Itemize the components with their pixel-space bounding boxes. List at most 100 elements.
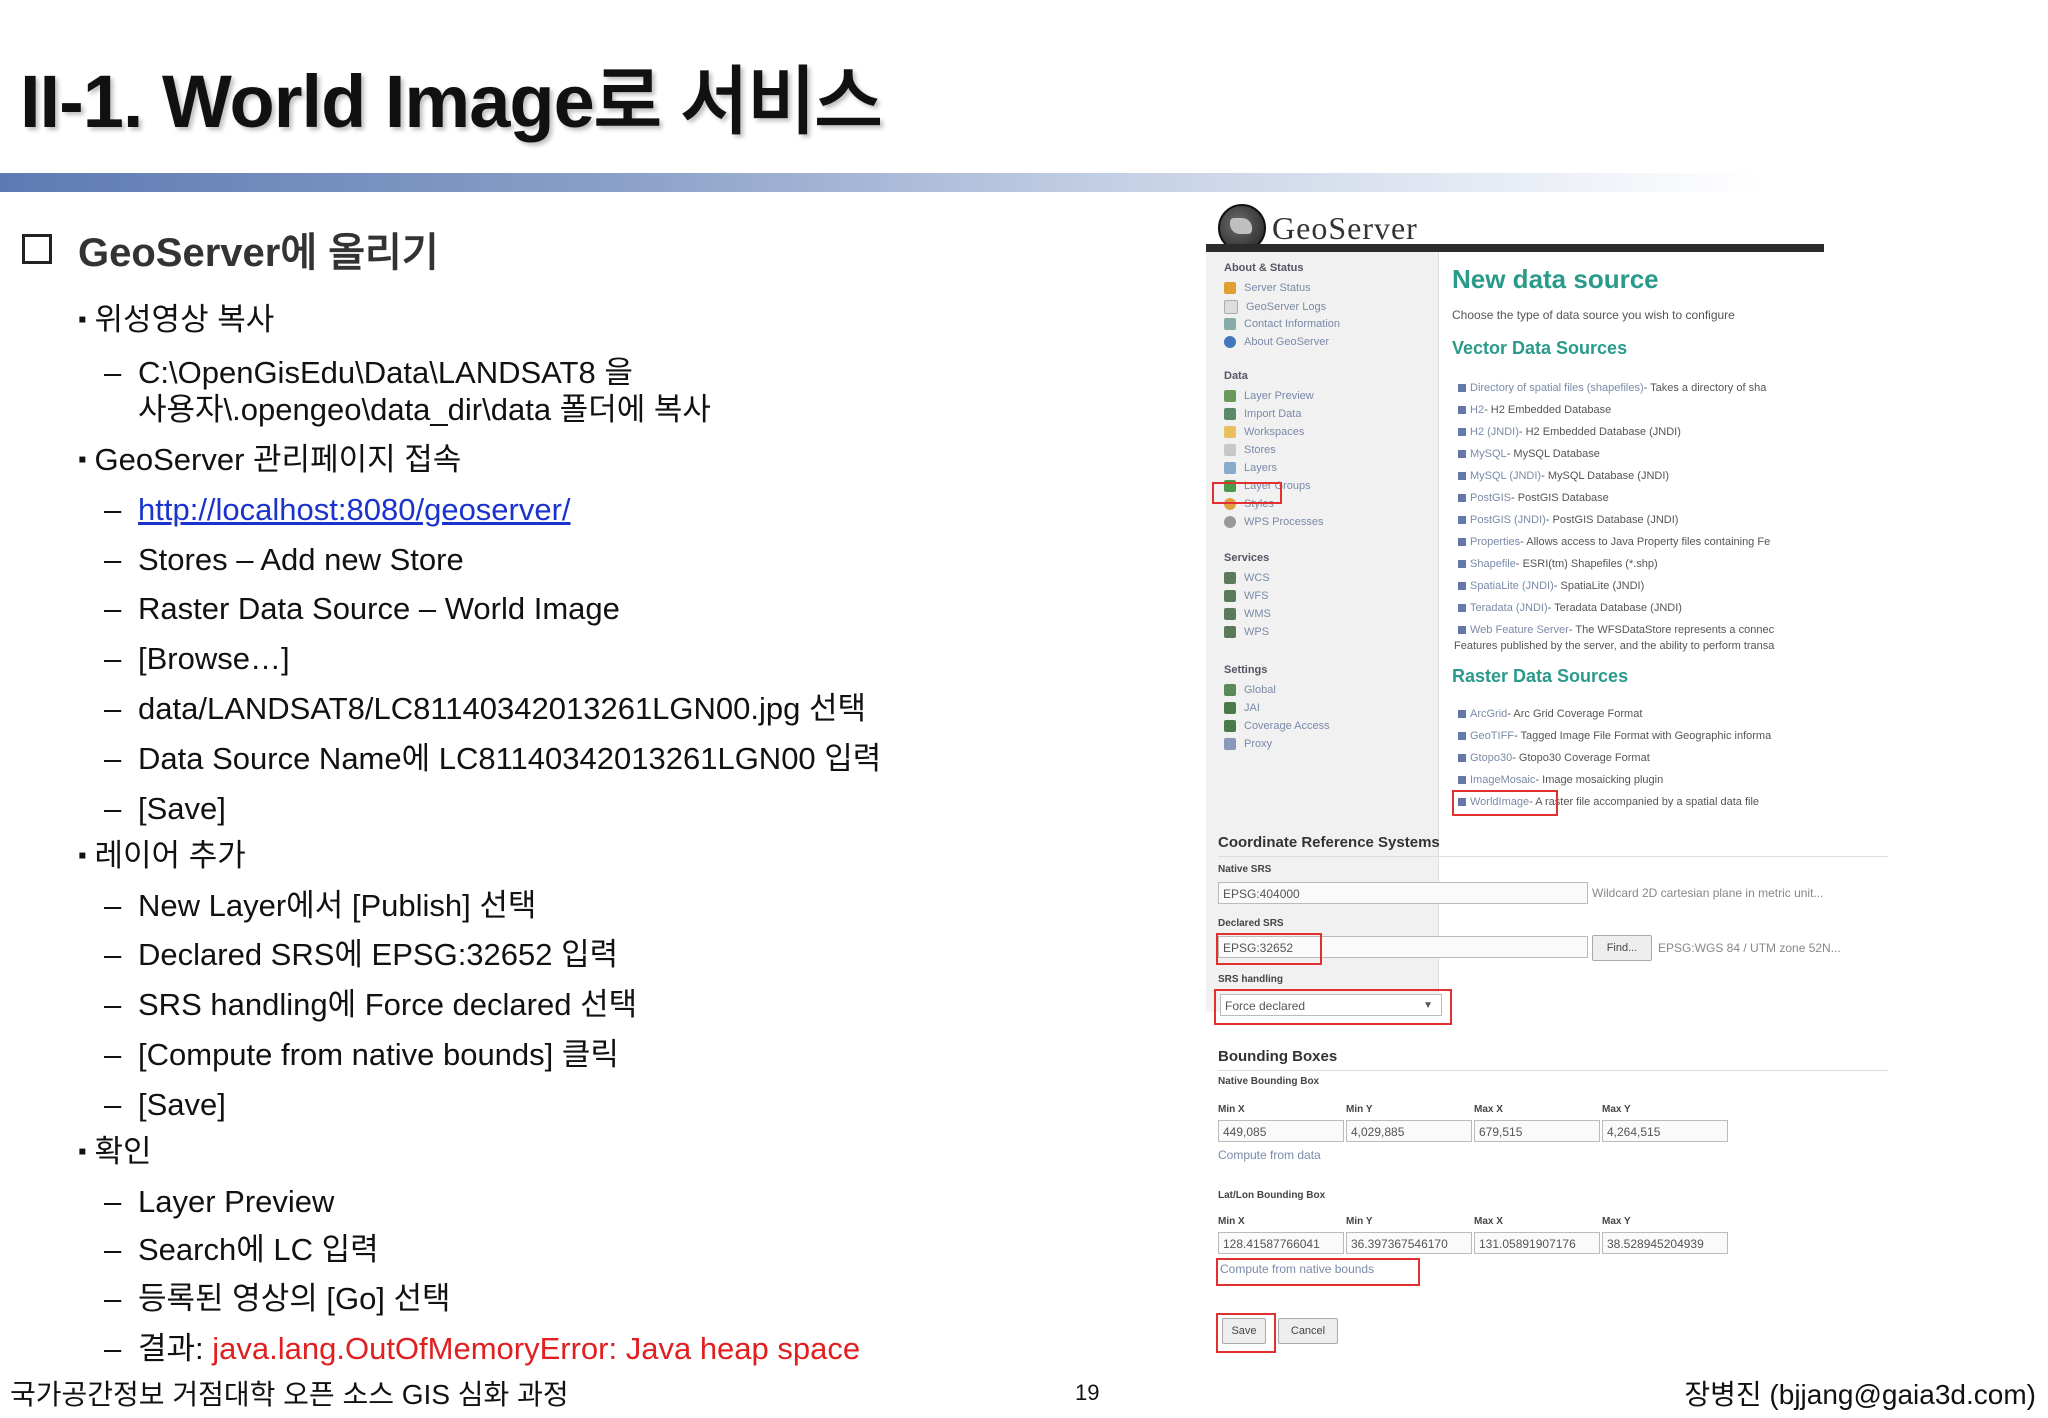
step-copy-path: – C:\OpenGisEdu\Data\LANDSAT8 을 [104,355,633,390]
geoserver-url-link[interactable]: http://localhost:8080/geoserver/ [138,492,571,527]
new-data-source-desc: Choose the type of data source you wish … [1452,308,1735,322]
find-button[interactable]: Find... [1592,935,1652,961]
sidebar-item-about[interactable]: About GeoServer [1224,336,1329,348]
native-max-y-field[interactable]: 4,264,515 [1602,1120,1728,1142]
bullet-verify: 확인 [78,1134,152,1170]
vector-source-item[interactable]: H2 (JNDI) - H2 Embedded Database (JNDI) [1458,426,1858,438]
step-compute-bounds: – [Compute from native bounds] 클릭 [104,1037,619,1072]
bullet-copy-image: 위성영상 복사 [78,302,275,338]
status-icon [1224,282,1236,294]
step-save-layer: – [Save] [104,1087,226,1122]
sidebar-item-coverage-access[interactable]: Coverage Access [1224,720,1330,732]
step-source-name: – Data Source Name에 LC81140342013261LGN00… [104,741,882,776]
vector-source-item[interactable]: MySQL (JNDI) - MySQL Database (JNDI) [1458,470,1858,482]
raster-source-item[interactable]: Gtopo30 - Gtopo30 Coverage Format [1458,752,1858,764]
raster-sources-heading: Raster Data Sources [1452,666,1629,686]
vector-source-item[interactable]: Shapefile - ESRI(tm) Shapefiles (*.shp) [1458,558,1858,570]
slide-title: II-1. World Image로 서비스 [20,60,883,143]
vector-source-wrap: Features published by the server, and th… [1454,640,1775,652]
sidebar-item-wcs[interactable]: WCS [1224,572,1270,584]
settings-icon [1224,684,1236,696]
sidebar-item-jai[interactable]: JAI [1224,702,1260,714]
save-highlight-box [1216,1313,1276,1353]
bullet-add-layer: 레이어 추가 [78,838,246,874]
native-srs-field[interactable]: EPSG:404000 [1218,882,1588,904]
latlon-min-y-field[interactable]: 36.397367546170 [1346,1232,1472,1254]
sidebar-item-logs[interactable]: GeoServer Logs [1224,300,1326,314]
raster-source-item[interactable]: GeoTIFF - Tagged Image File Format with … [1458,730,1858,742]
import-icon [1224,408,1236,420]
native-bbox-label: Native Bounding Box [1218,1076,1320,1087]
sidebar-item-wfs[interactable]: WFS [1224,590,1268,602]
worldimage-highlight-box [1452,790,1558,816]
col-max-x: Max X [1474,1216,1503,1227]
col-min-x: Min X [1218,1104,1245,1115]
step-add-store: – Stores – Add new Store [104,542,464,577]
vector-source-item[interactable]: H2 - H2 Embedded Database [1458,404,1858,416]
sidebar-item-wps-processes[interactable]: WPS Processes [1224,516,1323,528]
sidebar-item-wms[interactable]: WMS [1224,608,1271,620]
vector-source-item[interactable]: SpatiaLite (JNDI) - SpatiaLite (JNDI) [1458,580,1858,592]
vector-source-item[interactable]: PostGIS (JNDI) - PostGIS Database (JNDI) [1458,514,1858,526]
step-save-store: – [Save] [104,791,226,826]
sidebar-item-contact[interactable]: Contact Information [1224,318,1340,330]
sidebar-item-layers[interactable]: Layers [1224,462,1277,474]
bullet-admin-page: GeoServer 관리페이지 접속 [78,442,462,478]
raster-source-item[interactable]: ArcGrid - Arc Grid Coverage Format [1458,708,1858,720]
sidebar-item-stores[interactable]: Stores [1224,444,1276,456]
sidebar-item-proxy[interactable]: Proxy [1224,738,1272,750]
stores-highlight-box [1212,482,1282,504]
service-icon [1224,608,1236,620]
native-min-y-field[interactable]: 4,029,885 [1346,1120,1472,1142]
sidebar-heading-settings: Settings [1224,664,1268,676]
vector-source-item[interactable]: Web Feature Server - The WFSDataStore re… [1458,624,1858,636]
geoserver-screenshot: GeoServer About & Status Server Status G… [1206,196,1906,1366]
section-heading: GeoServer에 올리기 [22,220,439,278]
compute-from-data-link[interactable]: Compute from data [1218,1148,1321,1162]
divider [1218,856,1888,857]
srs-handling-label: SRS handling [1218,974,1283,985]
bbox-heading: Bounding Boxes [1218,1048,1338,1065]
sidebar-item-workspaces[interactable]: Workspaces [1224,426,1304,438]
document-icon [1224,300,1238,314]
vector-sources-heading: Vector Data Sources [1452,338,1628,358]
latlon-bbox-label: Lat/Lon Bounding Box [1218,1190,1326,1201]
sidebar-item-import-data[interactable]: Import Data [1224,408,1301,420]
latlon-min-x-field[interactable]: 128.41587766041 [1218,1232,1344,1254]
native-min-x-field[interactable]: 449,085 [1218,1120,1344,1142]
raster-source-item[interactable]: ImageMosaic - Image mosaicking plugin [1458,774,1858,786]
vector-source-item[interactable]: Teradata (JNDI) - Teradata Database (JND… [1458,602,1858,614]
srs-handling-highlight-box [1214,989,1452,1025]
declared-srs-note: EPSG:WGS 84 / UTM zone 52N... [1658,941,1841,955]
native-max-x-field[interactable]: 679,515 [1474,1120,1600,1142]
step-layer-preview: – Layer Preview [104,1184,335,1219]
vector-source-item[interactable]: Properties - Allows access to Java Prope… [1458,536,1858,548]
sidebar-item-global[interactable]: Global [1224,684,1276,696]
vector-source-item[interactable]: PostGIS - PostGIS Database [1458,492,1858,504]
footer-author: 장병진 (bjjang@gaia3d.com) [1684,1379,2036,1410]
step-go: – 등록된 영상의 [Go] 선택 [104,1281,451,1316]
sidebar-heading-services: Services [1224,552,1270,564]
cancel-button[interactable]: Cancel [1278,1318,1338,1344]
col-max-y: Max Y [1602,1216,1631,1227]
wrench-icon [1224,738,1236,750]
step-copy-path-cont: 사용자\.opengeo\data_dir\data 폴더에 복사 [138,392,711,427]
geoserver-header-bar [1206,244,1824,252]
step-declared-srs: – Declared SRS에 EPSG:32652 입력 [104,937,619,972]
vector-source-item[interactable]: MySQL - MySQL Database [1458,448,1858,460]
sidebar-item-layer-preview[interactable]: Layer Preview [1224,390,1314,402]
latlon-max-y-field[interactable]: 38.528945204939 [1602,1232,1728,1254]
col-min-y: Min Y [1346,1216,1373,1227]
info-icon [1224,336,1236,348]
latlon-max-x-field[interactable]: 131.05891907176 [1474,1232,1600,1254]
declared-srs-highlight-box [1216,933,1322,965]
col-max-y: Max Y [1602,1104,1631,1115]
service-icon [1224,572,1236,584]
database-icon [1224,444,1236,456]
folder-icon [1224,426,1236,438]
service-icon [1224,590,1236,602]
sidebar-item-server-status[interactable]: Server Status [1224,282,1311,294]
compute-native-highlight-box [1216,1258,1420,1286]
vector-source-item[interactable]: Directory of spatial files (shapefiles) … [1458,382,1858,394]
sidebar-item-wps[interactable]: WPS [1224,626,1269,638]
